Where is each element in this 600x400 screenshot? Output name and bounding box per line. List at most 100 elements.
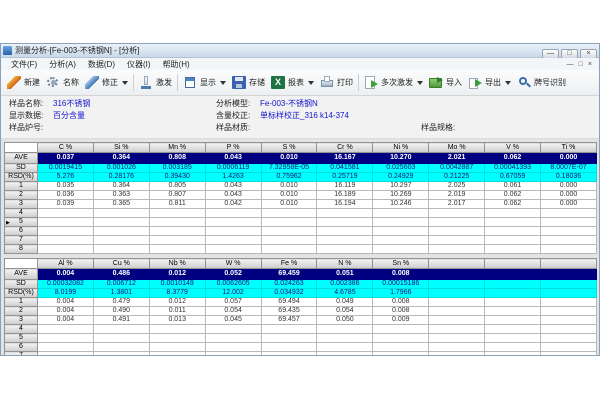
grid-cell[interactable]	[205, 236, 261, 245]
column-header[interactable]: W %	[205, 259, 261, 269]
grid-cell[interactable]	[373, 209, 429, 218]
grid-cell[interactable]: 0.363	[93, 191, 149, 200]
grid-cell[interactable]: 0.024263	[261, 280, 317, 289]
grid-cell[interactable]: 0.364	[93, 153, 149, 164]
grid-cell[interactable]	[38, 343, 94, 352]
grid-cell[interactable]	[485, 325, 541, 334]
grid-cell[interactable]: 0.008	[373, 269, 429, 280]
grid-cell[interactable]	[429, 209, 485, 218]
grid-cell[interactable]	[38, 352, 94, 356]
grid-cell[interactable]	[261, 352, 317, 356]
grid-cell[interactable]: 0.004	[38, 307, 94, 316]
grid-cell[interactable]: 1.4263	[205, 173, 261, 182]
row-header[interactable]: AVE	[5, 153, 38, 164]
grid-cell[interactable]: 0.75962	[261, 173, 317, 182]
grid-cell[interactable]: 2.025	[429, 182, 485, 191]
grid-cell[interactable]: 0.009	[373, 316, 429, 325]
grid-cell[interactable]	[429, 325, 485, 334]
grid-cell[interactable]	[205, 227, 261, 236]
menu-item-1[interactable]: 分析(A)	[43, 59, 82, 70]
toolbar-button-multi[interactable]: 多次激发	[361, 74, 426, 91]
grid-cell[interactable]: 16.189	[317, 191, 373, 200]
grid-cell[interactable]	[429, 334, 485, 343]
toolbar-button-search[interactable]: 牌号识别	[514, 74, 569, 91]
grid-cell[interactable]: 0.008	[373, 298, 429, 307]
grid-cell[interactable]: 8.0007E-07	[541, 164, 597, 173]
grid-cell[interactable]: 0.054	[205, 307, 261, 316]
grid-cell[interactable]: 0.18036	[541, 173, 597, 182]
grid-cell[interactable]	[541, 227, 597, 236]
grid-cell[interactable]: 10.246	[373, 200, 429, 209]
row-header[interactable]: 3	[5, 200, 38, 209]
grid-cell[interactable]: 69.459	[261, 269, 317, 280]
column-header[interactable]: P %	[205, 143, 261, 153]
menu-item-3[interactable]: 仪器(I)	[121, 59, 157, 70]
grid-cell[interactable]	[541, 236, 597, 245]
column-header[interactable]: Nb %	[149, 259, 205, 269]
grid-cell[interactable]	[429, 316, 485, 325]
row-header[interactable]: RSD(%)	[5, 173, 38, 182]
toolbar-button-import[interactable]: 导入	[426, 74, 465, 91]
column-header[interactable]: Ni %	[373, 143, 429, 153]
row-header[interactable]: AVE	[5, 269, 38, 280]
grid-cell[interactable]: 0.479	[93, 298, 149, 307]
grid-cell[interactable]	[373, 343, 429, 352]
grid-cell[interactable]	[429, 227, 485, 236]
grid-cell[interactable]: 0.036	[38, 191, 94, 200]
grid-cell[interactable]	[429, 280, 485, 289]
grid-cell[interactable]: 16.167	[317, 153, 373, 164]
grid-cell[interactable]	[541, 325, 597, 334]
grid-cell[interactable]	[261, 343, 317, 352]
grid-cell[interactable]: 0.013	[149, 316, 205, 325]
grid-cell[interactable]	[149, 325, 205, 334]
row-header[interactable]: RSD(%)	[5, 289, 38, 298]
grid-cell[interactable]	[541, 298, 597, 307]
grid-cell[interactable]	[38, 325, 94, 334]
grid-cell[interactable]	[93, 325, 149, 334]
mdi-minimize-button[interactable]: —	[567, 61, 574, 68]
grid-cell[interactable]	[317, 209, 373, 218]
grid-cell[interactable]: 10.297	[373, 182, 429, 191]
grid-cell[interactable]: 0.050	[317, 316, 373, 325]
grid-cell[interactable]	[149, 218, 205, 227]
grid-cell[interactable]: 4.6785	[317, 289, 373, 298]
toolbar-button-save[interactable]: 存储	[229, 74, 268, 91]
mdi-restore-button[interactable]: □	[579, 61, 583, 68]
grid-cell[interactable]	[485, 289, 541, 298]
grid-cell[interactable]: 0.0062605	[205, 280, 261, 289]
column-header[interactable]: Fe %	[261, 259, 317, 269]
grid-cell[interactable]	[317, 236, 373, 245]
toolbar-button-gear[interactable]: 名称	[43, 74, 82, 91]
toolbar-button-fix[interactable]: 修正	[82, 74, 131, 91]
grid-cell[interactable]	[205, 334, 261, 343]
grid-cell[interactable]	[317, 325, 373, 334]
grid-cell[interactable]: 0.808	[149, 153, 205, 164]
grid-cell[interactable]: 0.035	[38, 182, 94, 191]
grid-cell[interactable]	[149, 209, 205, 218]
grid-cell[interactable]: 0.041581	[317, 164, 373, 173]
grid-cell[interactable]: 0.00041393	[485, 164, 541, 173]
grid-cell[interactable]	[429, 245, 485, 254]
grid-cell[interactable]: 0.21225	[429, 173, 485, 182]
grid-cell[interactable]: 0.037	[38, 153, 94, 164]
grid-cell[interactable]	[261, 334, 317, 343]
grid-cell[interactable]	[93, 343, 149, 352]
row-header[interactable]: 6	[5, 227, 38, 236]
row-header[interactable]: 1	[5, 298, 38, 307]
grid-cell[interactable]: 0.062	[485, 191, 541, 200]
grid-cell[interactable]: 0.012	[149, 298, 205, 307]
grid-cell[interactable]	[261, 227, 317, 236]
grid-cell[interactable]	[149, 236, 205, 245]
grid-cell[interactable]: 7.32958E-05	[261, 164, 317, 173]
grid-cell[interactable]	[541, 307, 597, 316]
grid-cell[interactable]	[205, 343, 261, 352]
grid-cell[interactable]	[38, 209, 94, 218]
grid-cell[interactable]	[485, 218, 541, 227]
grid-cell[interactable]: 0.011	[149, 307, 205, 316]
grid-cell[interactable]: 0.0042887	[429, 164, 485, 173]
row-header[interactable]: 2	[5, 307, 38, 316]
grid-cell[interactable]	[261, 245, 317, 254]
row-header[interactable]: ▶5	[5, 218, 38, 227]
grid-cell[interactable]: 0.006712	[93, 280, 149, 289]
close-button[interactable]: ×	[580, 49, 597, 59]
